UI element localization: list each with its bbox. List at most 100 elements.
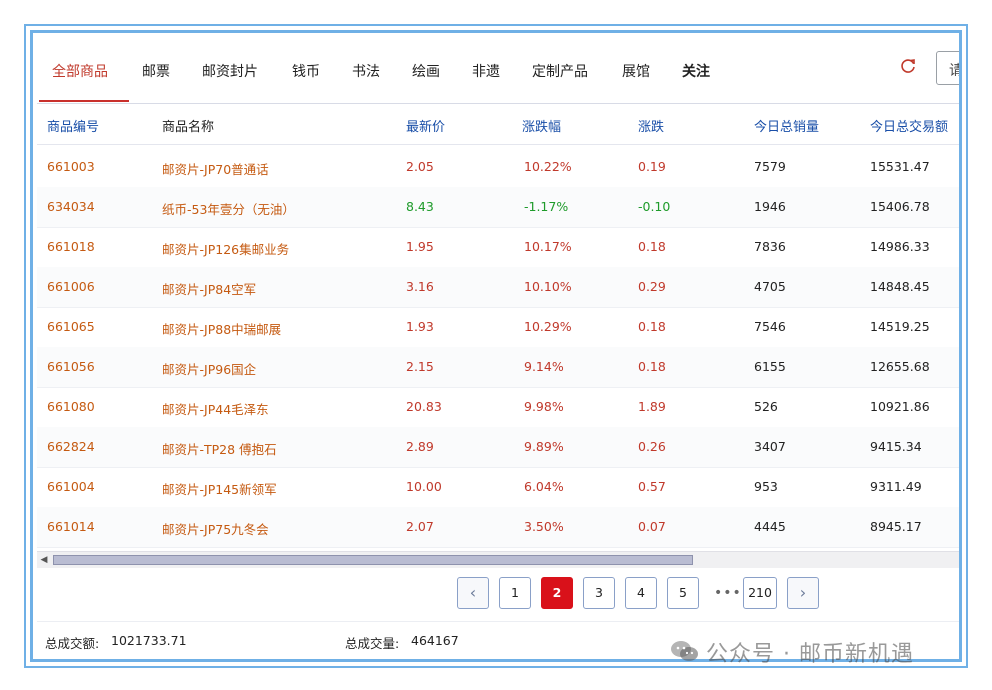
wechat-icon (671, 641, 698, 661)
cell-name[interactable]: 邮资片-JP88中瑞邮展 (162, 319, 281, 338)
cell-price: 2.07 (406, 519, 434, 534)
cell-amount: 10921.86 (870, 399, 930, 414)
cell-name[interactable]: 邮资片-JP126集邮业务 (162, 239, 289, 258)
page-button-3[interactable]: 3 (583, 577, 615, 609)
category-tabs: 全部商品 邮票 邮资封片 钱币 书法 绘画 非遗 定制产品 展馆 关注 请 (37, 37, 959, 104)
page-button-2[interactable]: 2 (541, 577, 573, 609)
page-button-4[interactable]: 4 (625, 577, 657, 609)
cell-amount: 14848.45 (870, 279, 930, 294)
total-volume-label: 总成交量: (345, 636, 400, 651)
cell-change: 0.29 (638, 279, 666, 294)
table-row[interactable]: 661014 邮资片-JP75九冬会 2.07 3.50% 0.07 4445 8945.1… (37, 507, 959, 548)
cell-name[interactable]: 邮资片-JP96国企 (162, 359, 256, 378)
total-volume-value: 464167 (411, 633, 459, 648)
cell-name[interactable]: 邮资片-JP145新领军 (162, 479, 277, 498)
scroll-left-arrow-icon[interactable]: ◀ (39, 555, 49, 565)
cell-change: 0.18 (638, 359, 666, 374)
table-header: 商品编号 商品名称 最新价 涨跌幅 涨跌 今日总销量 今日总交易额 (37, 104, 959, 145)
cell-name[interactable]: 邮资片-JP84空军 (162, 279, 256, 298)
cell-change: 1.89 (638, 399, 666, 414)
watermark-text: 公众号 · 邮币新机遇 (706, 642, 914, 667)
cell-change-pct: 9.14% (524, 359, 564, 374)
cell-change: 0.26 (638, 439, 666, 454)
cell-name[interactable]: 邮资片-JP44毛泽东 (162, 399, 269, 418)
cell-change-pct: 6.04% (524, 479, 564, 494)
cell-price: 20.83 (406, 399, 442, 414)
cell-price: 2.89 (406, 439, 434, 454)
col-name[interactable]: 商品名称 (162, 116, 214, 135)
tab-all[interactable]: 全部商品 (52, 61, 108, 81)
col-price[interactable]: 最新价 (406, 116, 445, 135)
page-button-5[interactable]: 5 (667, 577, 699, 609)
cell-change: 0.19 (638, 159, 666, 174)
col-code[interactable]: 商品编号 (47, 116, 99, 135)
cell-price: 10.00 (406, 479, 442, 494)
table-row[interactable]: 661003 邮资片-JP70普通话 2.05 10.22% 0.19 7579 15531… (37, 147, 959, 188)
cell-change-pct: 9.89% (524, 439, 564, 454)
tab-calligraphy[interactable]: 书法 (352, 61, 380, 81)
cell-price: 2.05 (406, 159, 434, 174)
cell-code: 662824 (47, 439, 95, 454)
table-row[interactable]: 634034 纸币-53年壹分（无油） 8.43 -1.17% -0.10 1946 154… (37, 187, 959, 228)
cell-name[interactable]: 邮资片-JP70普通话 (162, 159, 269, 178)
cell-volume: 526 (754, 399, 778, 414)
total-amount-value: 1021733.71 (111, 633, 187, 648)
cell-change: -0.10 (638, 199, 671, 214)
cell-name[interactable]: 邮资片-JP75九冬会 (162, 519, 269, 538)
tab-stamps[interactable]: 邮票 (142, 61, 170, 81)
refresh-icon[interactable] (899, 57, 917, 75)
cell-change-pct: 9.98% (524, 399, 564, 414)
pagination-ellipsis: ••• (714, 585, 742, 601)
cell-amount: 14519.25 (870, 319, 930, 334)
table-row[interactable]: 661080 邮资片-JP44毛泽东 20.83 9.98% 1.89 526 10921.… (37, 387, 959, 428)
prev-page-button[interactable]: ‹ (457, 577, 489, 609)
horizontal-scrollbar[interactable]: ◀ (37, 551, 959, 568)
search-input[interactable]: 请 (936, 51, 959, 85)
cell-change-pct: 10.22% (524, 159, 572, 174)
cell-volume: 7579 (754, 159, 786, 174)
table-row[interactable]: 662824 邮资片-TP28 傅抱石 2.89 9.89% 0.26 3407 9415.… (37, 427, 959, 468)
cell-name[interactable]: 邮资片-TP28 傅抱石 (162, 439, 277, 458)
cell-volume: 6155 (754, 359, 786, 374)
market-panel: 全部商品 邮票 邮资封片 钱币 书法 绘画 非遗 定制产品 展馆 关注 请 商品… (37, 37, 959, 659)
cell-change: 0.18 (638, 319, 666, 334)
cell-name[interactable]: 纸币-53年壹分（无油） (162, 199, 295, 218)
total-amount-label: 总成交额: (45, 636, 100, 651)
col-change[interactable]: 涨跌 (638, 116, 664, 135)
tab-favorites[interactable]: 关注 (682, 61, 710, 81)
tab-exhibition[interactable]: 展馆 (622, 61, 650, 81)
tab-intangible-heritage[interactable]: 非遗 (472, 61, 500, 81)
tab-painting[interactable]: 绘画 (412, 61, 440, 81)
tab-postal-stationery[interactable]: 邮资封片 (202, 61, 258, 81)
scrollbar-thumb[interactable] (53, 555, 693, 565)
tab-custom-products[interactable]: 定制产品 (532, 61, 588, 81)
table-row[interactable]: 661018 邮资片-JP126集邮业务 1.95 10.17% 0.18 7836 149… (37, 227, 959, 268)
table-row[interactable]: 661065 邮资片-JP88中瑞邮展 1.93 10.29% 0.18 7546 1451… (37, 307, 959, 348)
page-button-1[interactable]: 1 (499, 577, 531, 609)
cell-amount: 14986.33 (870, 239, 930, 254)
cell-change-pct: 3.50% (524, 519, 564, 534)
watermark: 公众号 · 邮币新机遇 (670, 636, 970, 667)
cell-code: 661003 (47, 159, 95, 174)
page-button-last[interactable]: 210 (743, 577, 777, 609)
pagination: ‹ 1 2 3 4 5 ••• 210 › (37, 571, 959, 611)
search-input-label: 请 (949, 60, 959, 80)
cell-amount: 9311.49 (870, 479, 922, 494)
table-row[interactable]: 661056 邮资片-JP96国企 2.15 9.14% 0.18 6155 12655.6… (37, 347, 959, 388)
cell-volume: 1946 (754, 199, 786, 214)
active-tab-indicator (39, 100, 129, 102)
col-amount[interactable]: 今日总交易额 (870, 116, 948, 135)
next-page-button[interactable]: › (787, 577, 819, 609)
cell-volume: 953 (754, 479, 778, 494)
tab-coins[interactable]: 钱币 (292, 61, 320, 81)
col-volume[interactable]: 今日总销量 (754, 116, 819, 135)
table-row[interactable]: 661006 邮资片-JP84空军 3.16 10.10% 0.29 4705 14848.… (37, 267, 959, 308)
cell-amount: 12655.68 (870, 359, 930, 374)
cell-price: 8.43 (406, 199, 434, 214)
cell-volume: 4705 (754, 279, 786, 294)
cell-code: 661004 (47, 479, 95, 494)
cell-code: 661014 (47, 519, 95, 534)
table-row[interactable]: 661004 邮资片-JP145新领军 10.00 6.04% 0.57 953 9311.… (37, 467, 959, 508)
cell-change: 0.57 (638, 479, 666, 494)
col-change-pct[interactable]: 涨跌幅 (522, 116, 561, 135)
